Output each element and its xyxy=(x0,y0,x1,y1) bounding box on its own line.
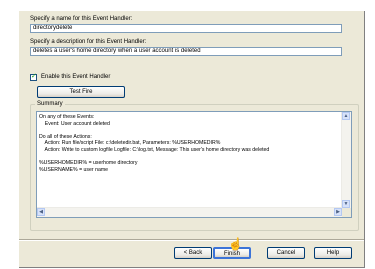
enable-checkbox[interactable] xyxy=(30,72,37,81)
name-input[interactable]: directorydelete xyxy=(30,24,342,33)
summary-line: %USERHOMEDIR% = userhome directory xyxy=(39,160,138,167)
mouse-pointer-icon: ☝ xyxy=(228,237,243,251)
summary-line: Action: Run file/script File: c:\deleted… xyxy=(39,140,221,147)
footer-separator xyxy=(19,239,364,241)
summary-legend: Summary xyxy=(35,101,65,107)
enable-label: Enable this Event Handler xyxy=(41,74,111,80)
vertical-scrollbar[interactable]: ▲ ▼ xyxy=(341,112,351,208)
scroll-up-icon[interactable]: ▲ xyxy=(342,112,350,120)
summary-line: Action: Write to custom logfile Logfile:… xyxy=(39,146,270,153)
scroll-down-icon[interactable]: ▼ xyxy=(342,200,350,208)
summary-text: On any of these Events: Event: User acco… xyxy=(39,114,341,173)
summary-textbox[interactable]: On any of these Events: Event: User acco… xyxy=(36,111,352,218)
summary-line: Do all of these Actions: xyxy=(39,133,92,140)
help-button[interactable]: Help xyxy=(314,247,352,259)
summary-line xyxy=(39,154,341,161)
horizontal-scrollbar[interactable]: ◀ ▶ xyxy=(37,207,342,217)
summary-line: %USERNAME% = user name xyxy=(39,166,109,173)
name-label: Specify a name for this Event Handler: xyxy=(30,16,133,22)
scroll-right-icon[interactable]: ▶ xyxy=(334,208,342,216)
summary-line: On any of these Events: xyxy=(39,114,95,120)
event-handler-wizard: Specify a name for this Event Handler: d… xyxy=(18,10,364,267)
cancel-button[interactable]: Cancel xyxy=(267,247,305,259)
scroll-left-icon[interactable]: ◀ xyxy=(37,208,45,216)
test-fire-button[interactable]: Test Fire xyxy=(37,86,125,98)
summary-line xyxy=(39,127,341,134)
description-input[interactable]: deletes a user's home directory when a u… xyxy=(30,47,342,56)
back-button[interactable]: < Back xyxy=(174,247,212,259)
description-label: Specify a description for this Event Han… xyxy=(30,39,147,45)
scrollbar-corner xyxy=(342,208,351,217)
summary-line: Event: User account deleted xyxy=(39,120,110,127)
